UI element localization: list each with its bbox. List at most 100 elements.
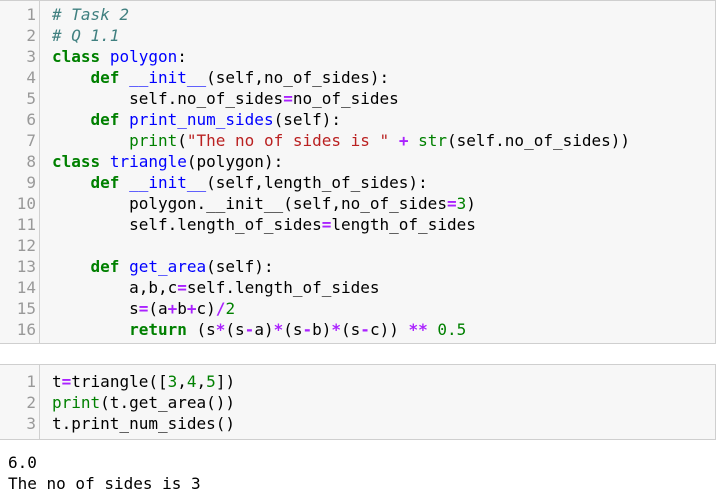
line-number: 8 <box>26 152 36 171</box>
code-token: * <box>331 320 342 339</box>
code-line[interactable]: 3 class polygon: <box>0 46 716 67</box>
code-token: / <box>215 299 226 318</box>
code-line[interactable]: 1 # Task 2 <box>0 4 716 25</box>
code-text: polygon.__init__(self,no_of_sides=3) <box>52 193 476 214</box>
line-number: 13 <box>16 257 36 276</box>
code-line[interactable]: 13 def get_area(self): <box>0 256 716 277</box>
code-token: 3 <box>456 194 467 213</box>
code-line[interactable]: 16 return (s*(s-a)*(s-b)*(s-c)) ** 0.5 <box>0 319 716 340</box>
code-token: (self): <box>273 110 342 129</box>
code-line[interactable]: 6 def print_num_sides(self): <box>0 109 716 130</box>
code-line[interactable]: 7 print("The no of sides is " + str(self… <box>0 130 716 151</box>
code-token: class <box>52 47 101 66</box>
code-token: (polygon): <box>186 152 284 171</box>
line-number: 3 <box>26 47 36 66</box>
code-token: (s <box>283 320 303 339</box>
code-token: polygon <box>109 47 178 66</box>
code-text: # Q 1.1 <box>52 25 119 46</box>
code-token: c)) <box>369 320 409 339</box>
code-line[interactable]: 1 t=triangle([3,4,5]) <box>0 371 716 392</box>
code-line[interactable]: 10 polygon.__init__(self,no_of_sides=3) <box>0 193 716 214</box>
code-token: def <box>90 110 120 129</box>
code-line[interactable]: 4 def __init__(self,no_of_sides): <box>0 67 716 88</box>
code-token: (s <box>186 320 216 339</box>
code-text: t=triangle([3,4,5]) <box>52 371 235 392</box>
code-line[interactable]: 2 print(t.get_area()) <box>0 392 716 413</box>
code-token: (s <box>225 320 245 339</box>
code-token: 4 <box>186 372 197 391</box>
line-number: 3 <box>26 414 36 433</box>
code-text: def __init__(self,length_of_sides): <box>52 172 428 193</box>
code-token: str <box>418 131 447 150</box>
code-text: # Task 2 <box>52 4 129 25</box>
code-line[interactable]: 11 self.length_of_sides=length_of_sides <box>0 214 716 235</box>
code-line[interactable]: 9 def __init__(self,length_of_sides): <box>0 172 716 193</box>
code-token: b <box>177 299 187 318</box>
line-number: 4 <box>26 68 36 87</box>
code-token: = <box>321 215 332 234</box>
code-line[interactable]: 14 a,b,c=self.length_of_sides <box>0 277 716 298</box>
code-token: no_of_sides <box>292 89 399 108</box>
line-number: 2 <box>26 26 36 45</box>
code-text: def get_area(self): <box>52 256 274 277</box>
code-token: s <box>52 299 139 318</box>
code-token: self.no_of_sides <box>52 89 284 108</box>
code-token: + <box>186 299 197 318</box>
code-token: - <box>360 320 370 339</box>
code-line[interactable]: 5 self.no_of_sides=no_of_sides <box>0 88 716 109</box>
code-token: "The no of sides is " <box>186 131 390 150</box>
code-token: __init__ <box>129 68 207 87</box>
code-text: a,b,c=self.length_of_sides <box>52 277 380 298</box>
code-text: class polygon: <box>52 46 187 67</box>
output-line: The no of sides is 3 <box>8 474 201 493</box>
code-text: self.no_of_sides=no_of_sides <box>52 88 399 109</box>
code-token: a,b,c <box>52 278 178 297</box>
code-token: self.length_of_sides <box>186 278 380 297</box>
code-token: + <box>398 131 409 150</box>
code-line[interactable]: 8 class triangle(polygon): <box>0 151 716 172</box>
line-number: 7 <box>26 131 36 150</box>
line-number: 1 <box>26 372 36 391</box>
line-number: 5 <box>26 89 36 108</box>
code-token: , <box>177 372 187 391</box>
code-token: get_area <box>129 257 207 276</box>
code-token: * <box>215 320 226 339</box>
code-token: ** <box>408 320 428 339</box>
code-token: triangle([ <box>71 372 168 391</box>
code-token: class <box>52 152 101 171</box>
code-line[interactable]: 15 s=(a+b+c)/2 <box>0 298 716 319</box>
code-token: # Task 2 <box>52 5 130 24</box>
code-token: = <box>283 89 293 108</box>
code-token: - <box>244 320 255 339</box>
line-number: 16 <box>16 320 36 339</box>
code-line[interactable]: 12 <box>0 235 716 256</box>
code-text: def __init__(self,no_of_sides): <box>52 67 390 88</box>
code-text: self.length_of_sides=length_of_sides <box>52 214 476 235</box>
code-token: t <box>52 372 62 391</box>
code-token: print_num_sides <box>129 110 274 129</box>
code-token: ( <box>177 131 187 150</box>
code-text: print("The no of sides is " + str(self.n… <box>52 130 630 151</box>
code-token: 0.5 <box>437 320 467 339</box>
code-token: * <box>273 320 284 339</box>
code-token: (self,length_of_sides): <box>206 173 428 192</box>
code-token: def <box>90 257 120 276</box>
code-token: triangle <box>109 152 187 171</box>
code-text: print(t.get_area()) <box>52 392 235 413</box>
code-cell-1[interactable]: 1 # Task 2 2 # Q 1.1 3 class polygon: 4 def __… <box>0 0 716 344</box>
code-token: + <box>167 299 178 318</box>
code-line[interactable]: 3 t.print_num_sides() <box>0 413 716 434</box>
code-line[interactable]: 2 # Q 1.1 <box>0 25 716 46</box>
code-cell-2[interactable]: 1 t=triangle([3,4,5]) 2 print(t.get_area())… <box>0 364 716 440</box>
code-token: t.print_num_sides() <box>52 414 236 433</box>
line-number: 11 <box>16 215 36 234</box>
code-token: ) <box>466 194 476 213</box>
